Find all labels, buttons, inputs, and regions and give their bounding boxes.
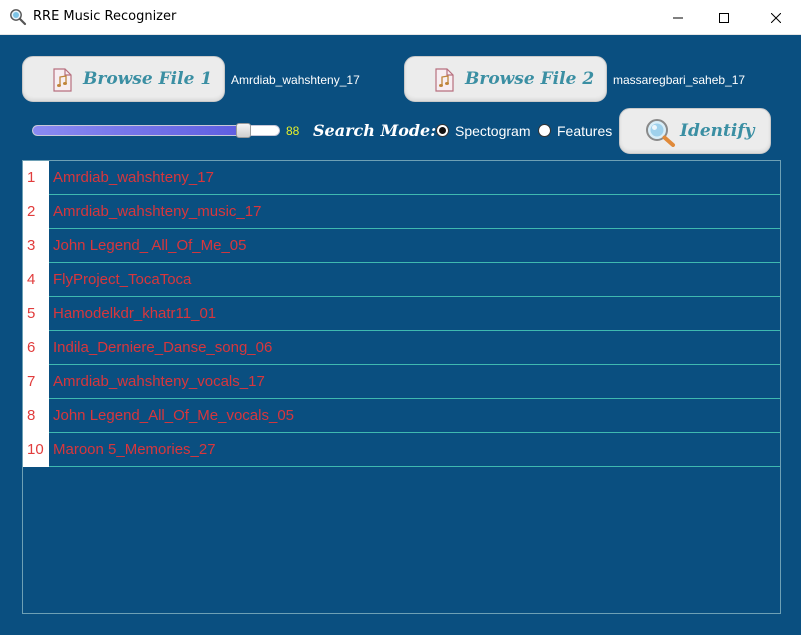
- list-item[interactable]: 5 Hamodelkdr_khatr11_01: [23, 297, 780, 331]
- features-label[interactable]: Features: [557, 123, 612, 139]
- browse-file-2-label: Browse File 2: [465, 69, 595, 89]
- identify-button[interactable]: Identify: [619, 108, 771, 154]
- close-icon: [771, 12, 781, 23]
- list-item-name: FlyProject_TocaToca: [53, 271, 192, 288]
- list-item-index: 8: [23, 399, 49, 433]
- list-item-name: John Legend_All_Of_Me_vocals_05: [53, 407, 295, 424]
- list-item[interactable]: 1 Amrdiab_wahshteny_17: [23, 161, 780, 195]
- list-item-name: John Legend_ All_Of_Me_05: [53, 237, 247, 254]
- browse-file-2-button[interactable]: Browse File 2: [404, 56, 607, 102]
- list-item-index: 7: [23, 365, 49, 399]
- minimize-button[interactable]: [655, 0, 701, 35]
- browse-file-1-button[interactable]: Browse File 1: [22, 56, 225, 102]
- list-item-index: 3: [23, 229, 49, 263]
- file-2-name: massaregbari_saheb_17: [613, 73, 746, 87]
- file-1-name: Amrdiab_wahshteny_17: [231, 73, 360, 87]
- minimize-icon: [673, 17, 683, 18]
- list-item-index: 2: [23, 195, 49, 229]
- maximize-icon: [719, 12, 729, 23]
- title-bar: RRE Music Recognizer: [0, 0, 801, 35]
- list-item[interactable]: 6 Indila_Derniere_Danse_song_06: [23, 331, 780, 365]
- close-button[interactable]: [751, 0, 801, 35]
- browse-file-1-label: Browse File 1: [83, 69, 213, 89]
- slider-value: 88: [286, 124, 300, 138]
- list-item-name: Maroon 5_Memories_27: [53, 441, 216, 458]
- slider-thumb[interactable]: [236, 123, 251, 138]
- list-item-name: Hamodelkdr_khatr11_01: [53, 305, 217, 322]
- features-radio[interactable]: [538, 124, 551, 137]
- list-item-name: Indila_Derniere_Danse_song_06: [53, 339, 273, 356]
- list-item[interactable]: 2 Amrdiab_wahshteny_music_17: [23, 195, 780, 229]
- main-panel: Browse File 1 Amrdiab_wahshteny_17 Brows…: [0, 35, 801, 635]
- list-item-name: Amrdiab_wahshteny_vocals_17: [53, 373, 265, 390]
- search-mode-label: Search Mode:: [313, 121, 437, 140]
- magnifier-icon: [644, 117, 676, 151]
- results-list[interactable]: 1 Amrdiab_wahshteny_17 2 Amrdiab_wahshteny_…: [22, 160, 781, 614]
- window-title: RRE Music Recognizer: [33, 9, 177, 24]
- list-item-index: 5: [23, 297, 49, 331]
- music-file-icon: [51, 68, 73, 96]
- maximize-button[interactable]: [701, 0, 747, 35]
- list-item-name: Amrdiab_wahshteny_music_17: [53, 203, 262, 220]
- list-item[interactable]: 4 FlyProject_TocaToca: [23, 263, 780, 297]
- list-item[interactable]: 8 John Legend_All_Of_Me_vocals_05: [23, 399, 780, 433]
- list-item-index: 6: [23, 331, 49, 365]
- list-item-index: 4: [23, 263, 49, 297]
- spectogram-label[interactable]: Spectogram: [455, 123, 530, 139]
- list-item[interactable]: 3 John Legend_ All_Of_Me_05: [23, 229, 780, 263]
- list-item-index: 1: [23, 161, 49, 195]
- list-item-name: Amrdiab_wahshteny_17: [53, 169, 214, 186]
- music-file-icon: [433, 68, 455, 96]
- list-item-index: 10: [23, 433, 49, 467]
- list-item[interactable]: 10 Maroon 5_Memories_27: [23, 433, 780, 467]
- spectogram-radio[interactable]: [436, 124, 449, 137]
- list-item[interactable]: 7 Amrdiab_wahshteny_vocals_17: [23, 365, 780, 399]
- slider-fill: [33, 126, 249, 135]
- magnifier-icon: [9, 8, 27, 26]
- identify-label: Identify: [680, 121, 755, 141]
